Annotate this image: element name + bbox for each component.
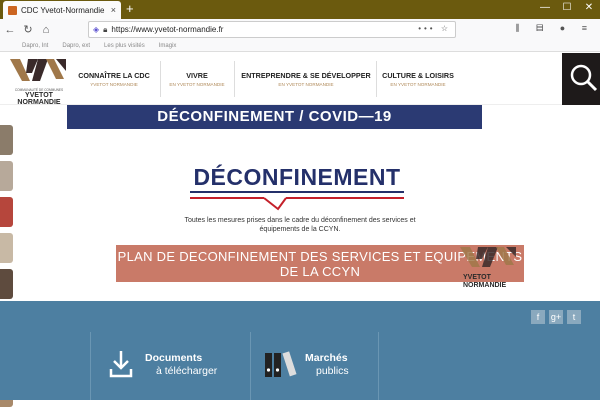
logo-mark-icon [10, 59, 66, 81]
menu-title: CONNAÎTRE LA CDC [78, 71, 150, 80]
menu-divider [376, 61, 377, 97]
download-icon[interactable] [108, 349, 134, 379]
bookmark-item[interactable]: Les plus visités [104, 43, 145, 49]
favicon-icon [8, 5, 17, 15]
menu-subtitle: EN YVETOT NORMANDIE [390, 82, 446, 87]
circle-icon[interactable] [0, 233, 13, 263]
pen-icon[interactable] [0, 197, 13, 227]
page-actions-icon[interactable]: ••• ☆ [418, 24, 451, 33]
new-tab-button[interactable]: + [126, 2, 134, 16]
menu-item-entreprendre[interactable]: ENTREPRENDRE & SE DÉVELOPPER EN YVETOT N… [238, 71, 374, 87]
google-plus-icon[interactable]: g+ [549, 310, 563, 324]
url-bar[interactable]: ◈ 🔒︎ https://www.yvetot-normandie.fr •••… [88, 21, 456, 38]
marches-sublabel[interactable]: publics [316, 365, 349, 377]
menu-subtitle: EN YVETOT NORMANDIE [169, 82, 225, 87]
deconfinement-heading: DÉCONFINEMENT [193, 164, 401, 190]
trash-icon[interactable] [0, 125, 13, 155]
menu-title: ENTREPRENDRE & SE DÉVELOPPER [241, 71, 371, 80]
covid-banner-title: DÉCONFINEMENT / COVID—19 [67, 105, 482, 129]
home-icon[interactable]: ⌂ [37, 24, 55, 36]
lock-icon[interactable]: 🔒︎ [103, 25, 107, 35]
documents-label[interactable]: Documents [145, 352, 202, 364]
search-icon [570, 64, 598, 92]
logo-text-normandie: NORMANDIE [463, 282, 507, 289]
menu-divider [160, 61, 161, 97]
browser-tab[interactable]: CDC Yvetot-Normandie × [3, 1, 121, 19]
marches-label[interactable]: Marchés [305, 352, 348, 364]
close-window-button[interactable]: ✕ [579, 2, 599, 13]
minimize-button[interactable]: — [535, 2, 555, 13]
reload-icon[interactable]: ↻ [19, 23, 37, 36]
back-icon[interactable]: ← [1, 24, 19, 36]
menu-item-vivre[interactable]: VIVRE EN YVETOT NORMANDIE [166, 71, 228, 87]
toolbar-icons[interactable]: ⫼ ▤ ● ≡ [515, 23, 594, 34]
search-button[interactable] [562, 53, 600, 105]
calendar-icon[interactable] [0, 269, 13, 299]
bookmark-item[interactable]: Dapro, Int [22, 43, 48, 49]
deconfinement-description: Toutes les mesures prises dans le cadre … [184, 217, 416, 233]
shield-icon[interactable]: ◈ [93, 25, 99, 34]
site-logo[interactable]: COMMUNAUTÉ DE COMMUNES YVETOT NORMANDIE [8, 57, 70, 106]
twitter-icon[interactable]: t [567, 310, 581, 324]
speech-underline-icon [190, 191, 404, 211]
binders-icon[interactable] [264, 350, 300, 380]
site-header: COMMUNAUTÉ DE COMMUNES YVETOT NORMANDIE … [0, 53, 600, 106]
documents-sublabel[interactable]: à télécharger [156, 365, 217, 377]
footer-divider [90, 332, 91, 400]
bottle-icon[interactable] [0, 161, 13, 191]
footer-divider [250, 332, 251, 400]
logo-text-yvetot: YVETOT [463, 274, 491, 281]
menu-item-culture[interactable]: CULTURE & LOISIRS EN YVETOT NORMANDIE [378, 71, 458, 87]
logo-text-normandie: NORMANDIE [17, 99, 61, 106]
menu-item-cdc[interactable]: CONNAÎTRE LA CDC YVETOT NORMANDIE [74, 71, 154, 87]
footer-divider [378, 332, 379, 400]
menu-title: CULTURE & LOISIRS [382, 71, 454, 80]
menu-divider [234, 61, 235, 97]
tab-close-icon[interactable]: × [111, 5, 116, 15]
bookmarks-bar: Dapro, Int Dapro, ext Les plus visités I… [0, 40, 600, 52]
plan-logo: YVETOT NORMANDIE [458, 245, 520, 293]
logo-text-yvetot: YVETOT [25, 92, 53, 99]
menu-subtitle: YVETOT NORMANDIE [90, 82, 138, 87]
menu-title: VIVRE [186, 71, 208, 80]
menu-subtitle: EN YVETOT NORMANDIE [278, 82, 334, 87]
bookmark-item[interactable]: Imagix [159, 43, 177, 49]
browser-navbar: ← ↻ ⌂ ◈ 🔒︎ https://www.yvetot-normandie.… [0, 19, 600, 40]
url-text[interactable]: https://www.yvetot-normandie.fr [111, 25, 223, 34]
browser-titlebar: CDC Yvetot-Normandie × + — ☐ ✕ [0, 0, 600, 19]
bookmark-item[interactable]: Dapro, ext [62, 43, 90, 49]
maximize-button[interactable]: ☐ [557, 2, 577, 13]
facebook-icon[interactable]: f [531, 310, 545, 324]
tab-title: CDC Yvetot-Normandie [21, 5, 105, 15]
logo-mark-icon [460, 247, 516, 267]
